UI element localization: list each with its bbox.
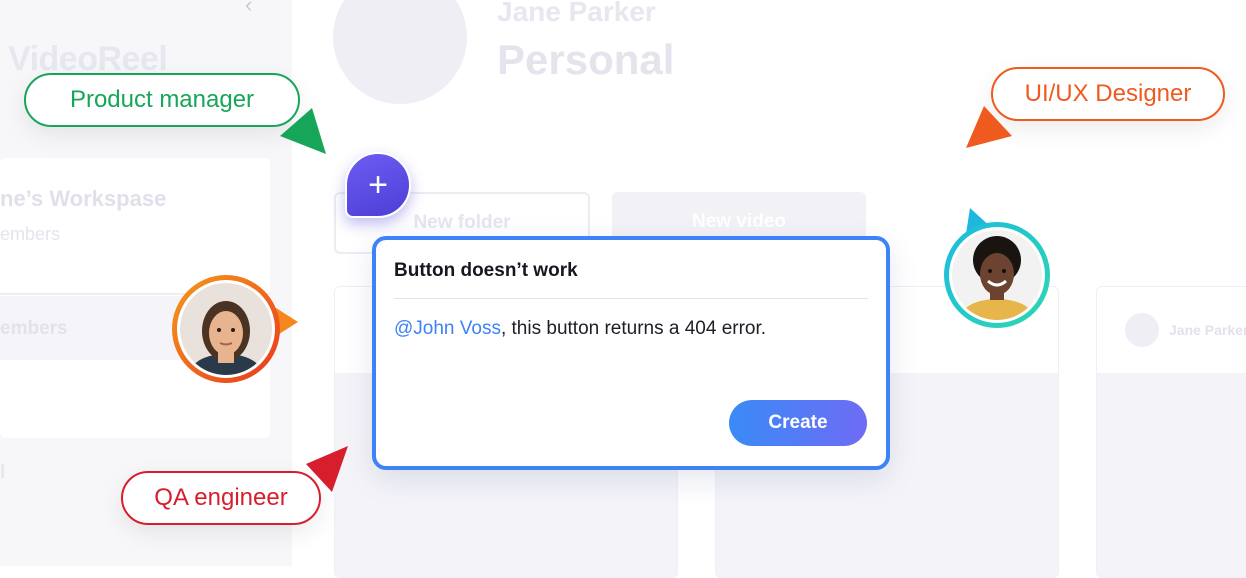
- person-icon: [952, 230, 1042, 320]
- card-author: Jane Parker: [1169, 322, 1246, 338]
- divider: [394, 298, 868, 299]
- avatar-photo: [177, 280, 275, 378]
- workspace-members: embers: [0, 224, 61, 244]
- workspace-name: ne’s Workspase: [0, 186, 167, 211]
- video-card[interactable]: Jane Parker: [1096, 286, 1246, 578]
- avatar-ux-designer: [944, 222, 1050, 328]
- create-button[interactable]: Create: [729, 400, 867, 446]
- comment-dialog: Button doesn’t work @John Voss, this but…: [372, 236, 890, 470]
- sidebar-item-label[interactable]: l: [0, 462, 5, 484]
- plus-icon: +: [368, 166, 388, 204]
- chevron-left-icon[interactable]: ‹: [245, 0, 261, 16]
- comment-title: Button doesn’t work: [394, 260, 578, 281]
- avatar-qa-engineer: [172, 275, 280, 383]
- comment-text: , this button returns a 404 error.: [500, 318, 767, 339]
- role-tag-qa-engineer: QA engineer: [121, 471, 321, 525]
- profile-name: Jane Parker: [497, 0, 656, 27]
- cursor-pointer-icon: [966, 106, 1012, 148]
- cursor-pointer-icon: [306, 446, 348, 492]
- cursor-pointer-icon: [280, 108, 326, 154]
- role-tag-ux-designer: UI/UX Designer: [991, 67, 1225, 121]
- page-title: Personal: [497, 36, 675, 83]
- sidebar-item-label: embers: [0, 318, 68, 339]
- role-tag-product-manager: Product manager: [24, 73, 300, 127]
- comment-pin-button[interactable]: +: [345, 152, 411, 218]
- avatar: [333, 0, 467, 104]
- comment-body[interactable]: @John Voss, this button returns a 404 er…: [394, 318, 766, 340]
- mention-link[interactable]: @John Voss: [394, 318, 501, 339]
- person-icon: [180, 283, 272, 375]
- avatar: [1125, 313, 1159, 347]
- video-thumbnail: [1097, 373, 1246, 577]
- avatar-photo: [949, 227, 1045, 323]
